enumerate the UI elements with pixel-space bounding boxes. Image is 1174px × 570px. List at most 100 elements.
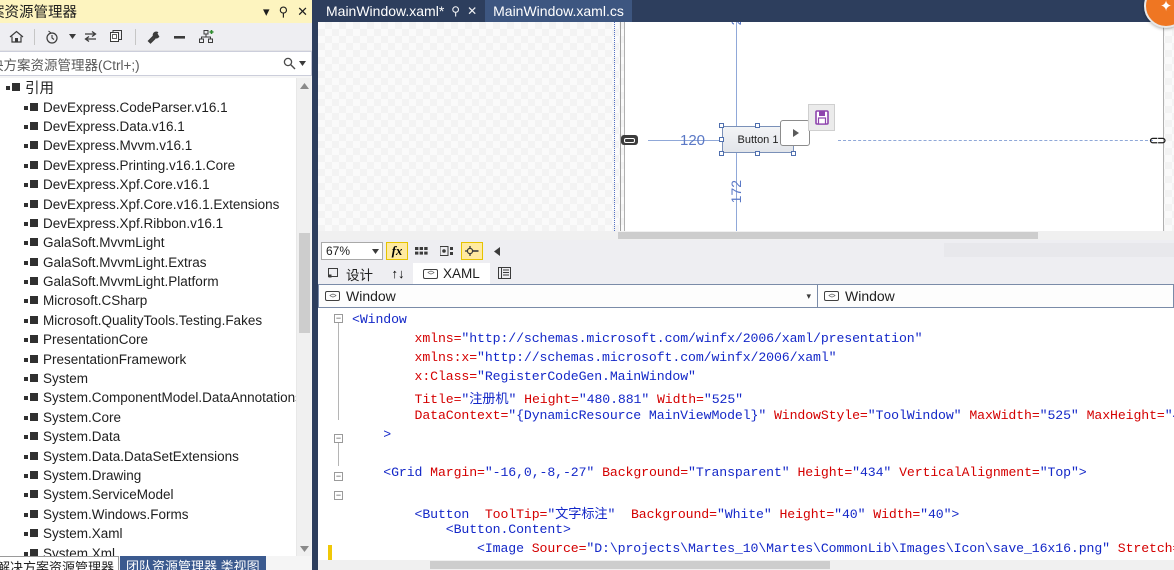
tree-item-reference[interactable]: PresentationCore <box>0 330 296 349</box>
resize-handle-n[interactable] <box>755 123 760 128</box>
grid-icon[interactable] <box>411 242 433 260</box>
code-line[interactable]: DataContext="{DynamicResource MainViewMo… <box>352 408 1174 423</box>
code-line[interactable]: xmlns="http://schemas.microsoft.com/winf… <box>352 331 923 346</box>
tree-item-label: System.Drawing <box>43 468 142 483</box>
collapse-pane-icon[interactable] <box>486 242 508 260</box>
scroll-up-icon[interactable] <box>297 78 312 93</box>
show-all-files-hierarchy-icon[interactable] <box>194 26 218 48</box>
tree-item-reference[interactable]: Microsoft.QualityTools.Testing.Fakes <box>0 311 296 330</box>
resize-handle-sw[interactable] <box>719 151 724 156</box>
tree-item-reference[interactable]: System.Drawing <box>0 466 296 485</box>
resize-handle-nw[interactable] <box>719 123 724 128</box>
code-line[interactable]: <Button.Content> <box>352 522 571 537</box>
close-icon[interactable]: ✕ <box>467 4 477 18</box>
tree-item-reference[interactable]: System.ComponentModel.DataAnnotations <box>0 388 296 407</box>
tree-item-reference[interactable]: System.Xml <box>0 543 296 556</box>
tree-item-reference[interactable]: System.Core <box>0 408 296 427</box>
chevron-down-icon[interactable]: ▾ <box>263 5 270 18</box>
tree-item-reference[interactable]: System.Xaml <box>0 524 296 543</box>
resize-handle-s[interactable] <box>755 151 760 156</box>
tab-design-view[interactable]: 设计 <box>318 263 383 284</box>
code-scrollbar-thumb[interactable] <box>430 561 830 569</box>
code-line[interactable]: <Button ToolTip="文字标注" Background="White… <box>352 503 960 522</box>
scroll-down-icon[interactable] <box>297 541 312 556</box>
copy-icon[interactable] <box>105 26 129 48</box>
code-line[interactable]: xmlns:x="http://schemas.microsoft.com/wi… <box>352 350 837 365</box>
tree-item-reference[interactable]: DevExpress.Mvvm.v16.1 <box>0 136 296 155</box>
tab-mainwindow-xaml[interactable]: MainWindow.xaml* ⚲ ✕ <box>318 0 486 22</box>
tree-item-reference[interactable]: System.Data <box>0 427 296 446</box>
designer-scrollbar-thumb[interactable] <box>618 232 1038 239</box>
home-icon[interactable] <box>4 26 28 48</box>
xaml-designer-surface[interactable]: 232 172 120 ⊂⊃ Button 1 <box>318 22 1174 240</box>
tree-item-reference[interactable]: DevExpress.Xpf.Core.v16.1 <box>0 175 296 194</box>
pin-icon[interactable]: ⚲ <box>451 4 460 18</box>
resize-handle-w[interactable] <box>719 137 724 142</box>
tree-item-reference[interactable]: DevExpress.Xpf.Core.v16.1.Extensions <box>0 194 296 213</box>
solution-explorer-search[interactable]: 决方案资源管理器(Ctrl+;) <box>0 51 312 76</box>
design-canvas[interactable] <box>624 22 1164 240</box>
tree-item-label: Microsoft.QualityTools.Testing.Fakes <box>43 312 263 328</box>
code-line[interactable]: Title="注册机" Height="480.881" Width="525" <box>352 388 744 407</box>
tree-item-reference[interactable]: System.Data.DataSetExtensions <box>0 446 296 465</box>
pin-icon[interactable]: ⚲ <box>279 5 289 18</box>
play-popup-icon[interactable] <box>780 120 810 146</box>
code-line[interactable]: <Window <box>352 312 407 327</box>
fold-toggle-window[interactable]: − <box>334 314 343 323</box>
resize-handle-se[interactable] <box>791 151 796 156</box>
tree-item-reference[interactable]: DevExpress.Printing.v16.1.Core <box>0 156 296 175</box>
code-folding-column[interactable]: − − − − <box>334 308 348 570</box>
pending-changes-icon[interactable] <box>41 26 65 48</box>
tree-item-references[interactable]: 引用 <box>0 78 296 97</box>
code-line[interactable]: <Image Source="D:\projects\Martes_10\Mar… <box>352 541 1174 556</box>
fold-toggle-grid[interactable]: − <box>334 434 343 443</box>
properties-wrench-icon[interactable] <box>142 26 166 48</box>
fold-toggle-button-content[interactable]: − <box>334 491 343 500</box>
tree-item-reference[interactable]: System.Windows.Forms <box>0 505 296 524</box>
tree-item-label: DevExpress.Data.v16.1 <box>43 118 185 134</box>
tab-xaml-view[interactable]: <> XAML <box>413 263 490 284</box>
tab-mainwindow-xaml-cs[interactable]: MainWindow.xaml.cs <box>485 0 632 22</box>
alignment-icon[interactable] <box>461 242 483 260</box>
xaml-code-editor[interactable]: − − − − <Window xmlns="http://schemas.mi… <box>318 308 1174 570</box>
code-line[interactable]: > <box>352 427 391 442</box>
snap-to-grid-icon[interactable] <box>436 242 458 260</box>
collapse-all-icon[interactable] <box>168 26 192 48</box>
sync-with-active-document-icon[interactable] <box>79 26 103 48</box>
solution-explorer-scrollbar[interactable] <box>296 78 311 556</box>
chevron-down-icon[interactable]: ▾ <box>806 291 811 302</box>
margin-link-icon[interactable] <box>621 135 638 145</box>
tree-item-reference[interactable]: GalaSoft.MvvmLight.Extras <box>0 253 296 272</box>
zoom-level-combobox[interactable]: 67% <box>321 242 383 260</box>
code-line[interactable]: x:Class="RegisterCodeGen.MainWindow" <box>352 369 696 384</box>
close-icon[interactable]: ✕ <box>297 5 308 18</box>
designer-scroll-track[interactable] <box>944 243 1174 257</box>
tree-item-reference[interactable]: GalaSoft.MvvmLight.Platform <box>0 272 296 291</box>
split-view-button[interactable] <box>490 263 520 284</box>
bottom-tab-solution-explorer[interactable]: 解决方案资源管理器 <box>0 556 120 570</box>
tree-item-reference[interactable]: DevExpress.Xpf.Ribbon.v16.1 <box>0 214 296 233</box>
designer-horizontal-scrollbar[interactable] <box>318 231 1174 240</box>
tree-item-reference[interactable]: PresentationFramework <box>0 349 296 368</box>
save-image-button-element[interactable] <box>808 104 835 131</box>
effects-icon[interactable]: fx <box>386 242 408 260</box>
right-margin-anchor-icon[interactable]: ⊂⊃ <box>1149 134 1166 147</box>
breadcrumb-right-dropdown[interactable]: <> Window <box>818 284 1174 308</box>
tree-item-reference[interactable]: DevExpress.CodeParser.v16.1 <box>0 97 296 116</box>
tree-item-reference[interactable]: GalaSoft.MvvmLight <box>0 233 296 252</box>
pending-changes-dropdown-icon[interactable] <box>67 26 77 48</box>
tree-item-reference[interactable]: System.ServiceModel <box>0 485 296 504</box>
code-horizontal-scrollbar[interactable] <box>318 560 1174 570</box>
tree-item-reference[interactable]: DevExpress.Data.v16.1 <box>0 117 296 136</box>
tree-item-reference[interactable]: Microsoft.CSharp <box>0 291 296 310</box>
tree-item-reference[interactable]: System <box>0 369 296 388</box>
swap-panes-button[interactable]: ↑↓ <box>383 263 413 284</box>
bottom-tab-team-explorer[interactable]: 团队资源管理器 类视图 <box>120 556 266 570</box>
search-input[interactable]: 决方案资源管理器(Ctrl+;) <box>0 54 140 74</box>
breadcrumb-left-dropdown[interactable]: <> Window ▾ <box>318 284 818 308</box>
code-line[interactable]: <Grid Margin="-16,0,-8,-27" Background="… <box>352 465 1086 480</box>
fold-toggle-button[interactable]: − <box>334 472 343 481</box>
solution-explorer-toolbar <box>0 23 312 51</box>
references-tree[interactable]: 引用 DevExpress.CodeParser.v16.1 DevExpress… <box>0 78 296 556</box>
scrollbar-thumb[interactable] <box>299 233 310 333</box>
